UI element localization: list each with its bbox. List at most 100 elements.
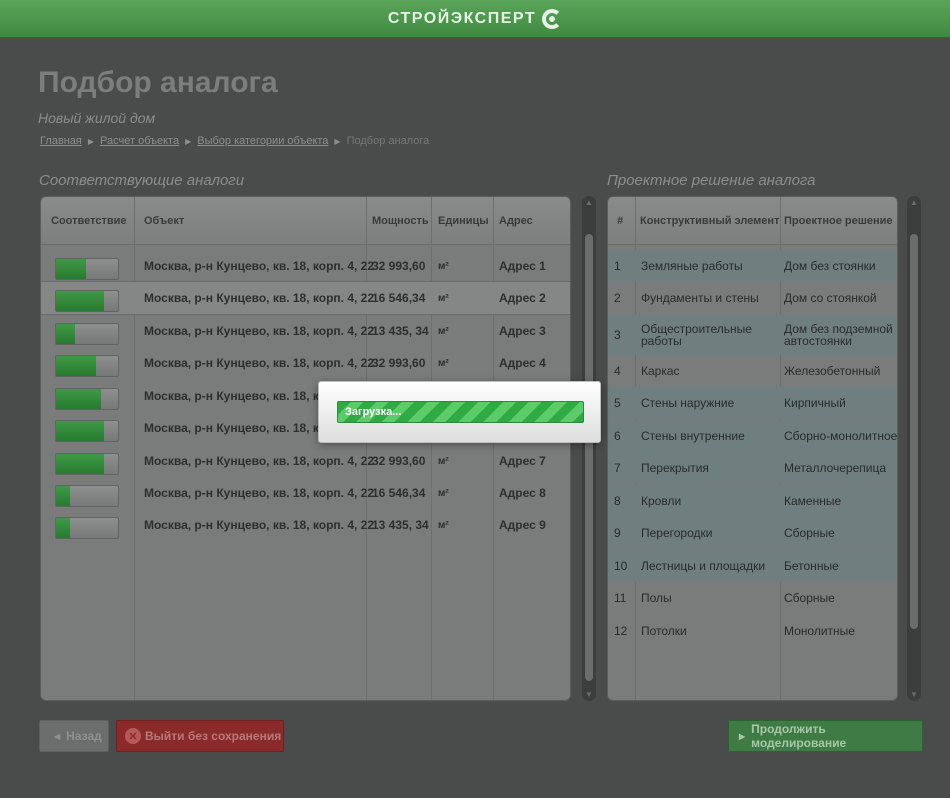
col-match[interactable]: Соответствие <box>45 197 126 245</box>
row-number: 10 <box>614 559 628 573</box>
match-bar <box>55 355 119 377</box>
continue-modeling-button[interactable]: ▶ Продолжить моделирование <box>728 720 923 752</box>
table-row[interactable]: Москва, р-н Кунцево, кв. 18, корп. 4, 22… <box>41 250 570 282</box>
exit-without-saving-button[interactable]: ✕ Выйти без сохранения <box>116 720 284 752</box>
match-bar <box>55 258 119 280</box>
row-number: 7 <box>614 461 621 475</box>
breadcrumb-home-link[interactable]: Главная <box>40 135 82 147</box>
row-number: 1 <box>614 258 621 273</box>
decision-cell: Железобетонный <box>784 364 881 378</box>
unit-cell: м² <box>438 292 449 304</box>
list-item[interactable]: 4 Каркас Железобетонный <box>608 355 897 387</box>
col-address[interactable]: Адрес <box>493 197 533 245</box>
decision-cell: Каменные <box>784 494 842 508</box>
back-button-label: Назад <box>66 729 102 743</box>
match-bar <box>55 290 119 312</box>
decision-cell: Дом без подземной автостоянки <box>784 322 893 348</box>
loading-label: Загрузка... <box>345 406 402 418</box>
brand-name: СТРОЙЭКСПЕРТ <box>387 9 537 27</box>
element-cell: Каркас <box>641 364 680 378</box>
match-bar-fill <box>56 259 86 279</box>
table-row[interactable]: Москва, р-н Кунцево, кв. 18, корп. 4, 22… <box>41 315 570 347</box>
power-cell: 32 993,60 <box>372 454 426 468</box>
match-bar <box>55 420 119 442</box>
row-number: 11 <box>614 591 627 605</box>
breadcrumb-current: Подбор аналога <box>346 135 430 147</box>
list-item[interactable]: 7 Перекрытия Металлочерепица <box>608 452 897 484</box>
brand-logo[interactable]: СТРОЙЭКСПЕРТ <box>387 8 563 29</box>
unit-cell: м² <box>438 357 449 369</box>
element-cell: Стены наружние <box>641 396 735 410</box>
breadcrumb-calc-link[interactable]: Расчет объекта <box>100 135 179 147</box>
list-item[interactable]: 11 Полы Сборные <box>608 582 897 614</box>
solution-scroll-thumb[interactable] <box>910 234 918 629</box>
page-subtitle: Новый жилой дом <box>38 110 156 126</box>
match-bar <box>55 323 119 345</box>
table-row[interactable]: Москва, р-н Кунцево, кв. 18, корп. 4, 22… <box>41 347 570 379</box>
table-row[interactable]: Москва, р-н Кунцево, кв. 18, корп. 4, 22… <box>41 509 570 541</box>
list-item[interactable]: 5 Стены наружние Кирпичный <box>608 387 897 419</box>
col-power[interactable]: Мощность <box>366 197 429 245</box>
match-bar-fill <box>56 421 105 441</box>
scroll-down-icon[interactable]: ▼ <box>910 690 918 699</box>
unit-cell: м² <box>438 487 449 499</box>
col-number: # <box>617 215 624 227</box>
list-item[interactable]: 6 Стены внутренние Сборно-монолитное <box>608 420 897 452</box>
scroll-down-icon[interactable]: ▼ <box>585 690 593 699</box>
address-cell: Адрес 4 <box>499 356 546 370</box>
element-cell: Общестроительные работы <box>641 322 752 348</box>
table-row[interactable]: Москва, р-н Кунцево, кв. 18, корп. 4, 22… <box>41 445 570 477</box>
breadcrumb-category-link[interactable]: Выбор категории объекта <box>197 135 328 147</box>
list-item[interactable]: 10 Лестницы и площадки Бетонные <box>608 550 897 582</box>
match-bar-fill <box>56 291 105 311</box>
match-bar-fill <box>56 518 70 538</box>
analogs-scroll-thumb[interactable] <box>585 234 593 681</box>
address-cell: Адрес 2 <box>499 291 546 305</box>
breadcrumb-arrow-icon: ▶ <box>334 136 341 146</box>
row-number: 8 <box>614 494 621 508</box>
exit-button-label: Выйти без сохранения <box>145 729 282 743</box>
power-cell: 32 993,60 <box>372 356 426 370</box>
row-number: 2 <box>614 291 621 305</box>
back-button[interactable]: ◀ Назад <box>39 720 109 752</box>
power-cell: 16 546,34 <box>372 486 426 500</box>
list-item[interactable]: 9 Перегородки Сборные <box>608 517 897 549</box>
list-item[interactable]: 3 Общестроительные работы Дом без подземно… <box>608 315 897 355</box>
scroll-up-icon[interactable]: ▲ <box>910 198 918 207</box>
decision-cell: Дом без стоянки <box>784 258 876 273</box>
list-item[interactable]: 8 Кровли Каменные <box>608 485 897 517</box>
unit-cell: м² <box>438 325 449 337</box>
list-item[interactable]: 2 Фундаменты и стены Дом со стоянкой <box>608 282 897 314</box>
continue-button-label: Продолжить моделирование <box>751 722 847 750</box>
address-cell: Адрес 1 <box>499 259 546 273</box>
object-cell: Москва, р-н Кунцево, кв. 18, корп. 4, 22 <box>144 259 375 273</box>
address-cell: Адрес 8 <box>499 486 546 500</box>
solution-table-header: # Конструктивный элемент Проектное решен… <box>608 197 897 245</box>
row-number: 3 <box>614 328 621 342</box>
analogs-title: Соответствующие аналоги <box>39 172 245 189</box>
power-cell: 16 546,34 <box>372 291 426 305</box>
element-cell: Кровли <box>641 494 682 508</box>
breadcrumb-arrow-icon: ▶ <box>185 136 192 146</box>
address-cell: Адрес 9 <box>499 518 546 532</box>
decision-cell: Кирпичный <box>784 396 846 410</box>
object-cell: Москва, р-н Кунцево, кв. 18, корп. 4, 22 <box>144 356 375 370</box>
table-row[interactable]: Москва, р-н Кунцево, кв. 18, корп. 4, 22… <box>41 477 570 509</box>
unit-cell: м² <box>438 260 449 272</box>
unit-cell: м² <box>438 519 449 531</box>
list-item[interactable]: 1 Земляные работы Дом без стоянки <box>608 250 897 281</box>
power-cell: 13 435, 34 <box>372 324 429 338</box>
col-unit[interactable]: Единицы <box>432 197 489 245</box>
address-cell: Адрес 7 <box>499 454 546 468</box>
decision-cell: Дом со стоянкой <box>784 291 877 305</box>
analogs-scrollbar[interactable]: ▲ ▼ <box>582 196 596 701</box>
table-row[interactable]: Москва, р-н Кунцево, кв. 18, корп. 4, 22… <box>41 281 570 315</box>
list-item[interactable]: 12 Потолки Монолитные <box>608 615 897 647</box>
solution-scrollbar[interactable]: ▲ ▼ <box>907 196 921 701</box>
solution-title: Проектное решение аналога <box>607 172 816 189</box>
match-bar <box>55 485 119 507</box>
row-number: 6 <box>614 429 621 443</box>
scroll-up-icon[interactable]: ▲ <box>585 198 593 207</box>
object-cell: Москва, р-н Кунцево, кв. 18, корп <box>144 421 341 435</box>
col-object[interactable]: Объект <box>138 197 184 245</box>
